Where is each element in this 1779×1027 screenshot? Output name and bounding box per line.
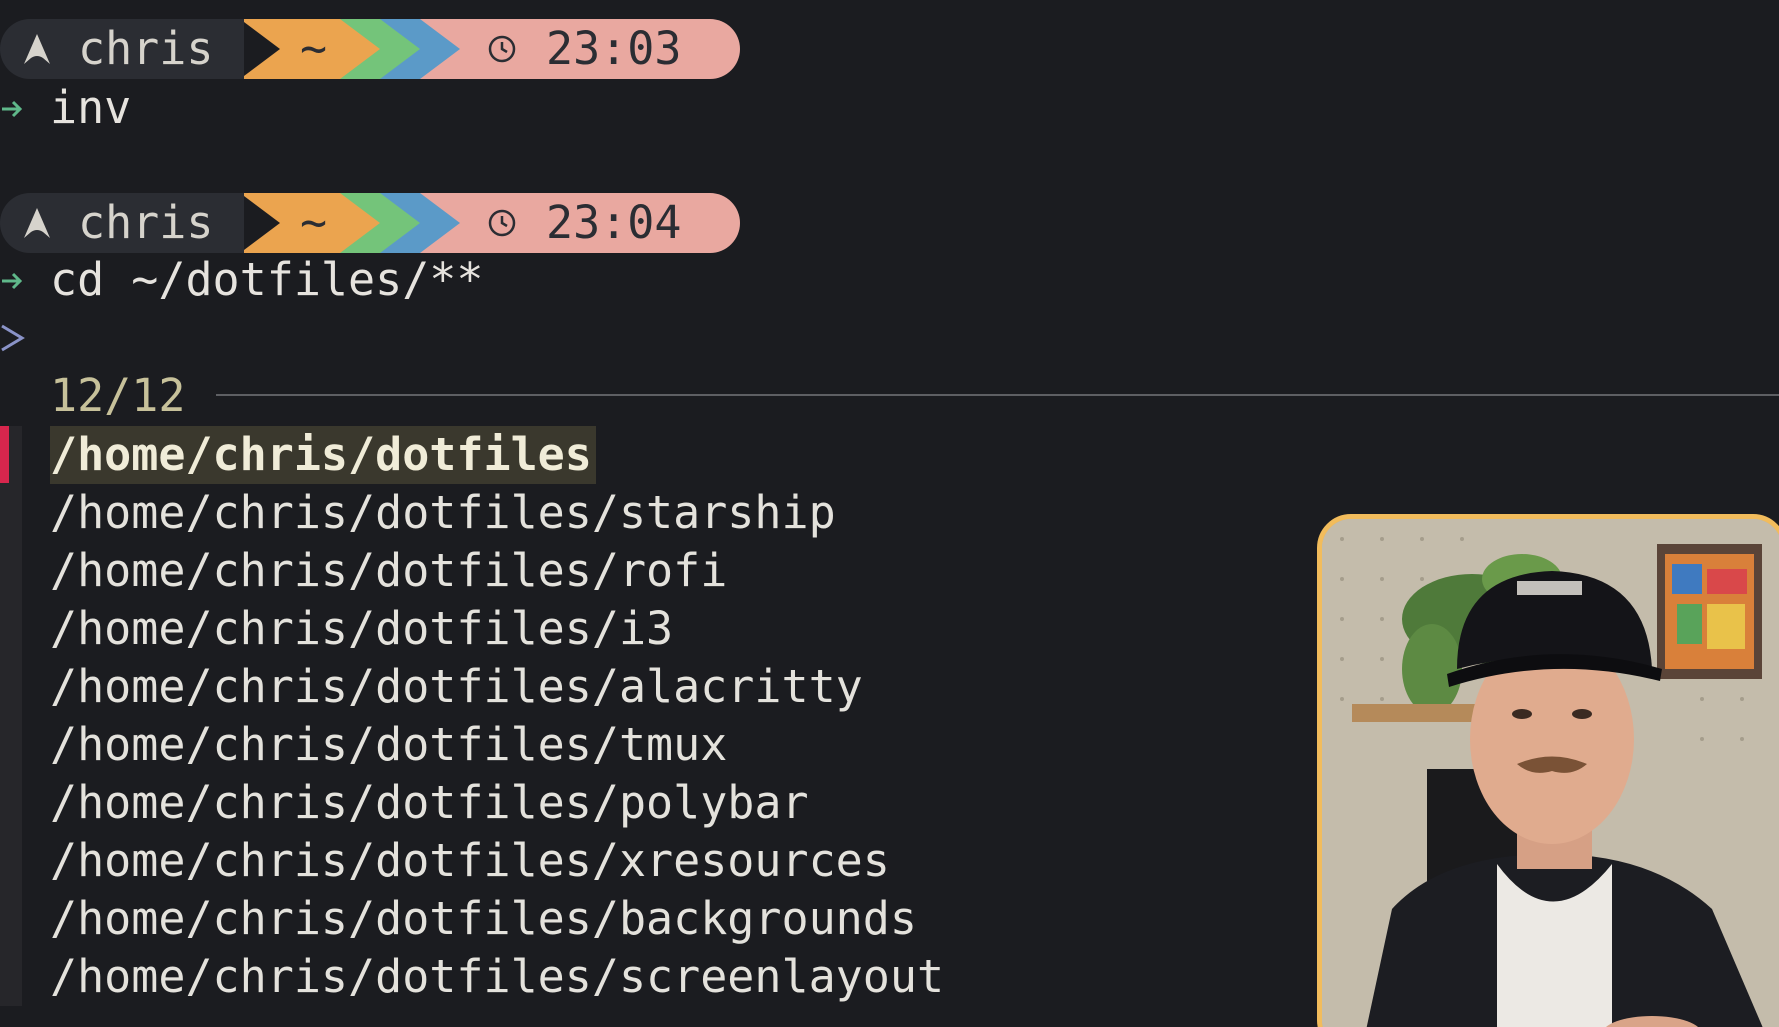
fzf-divider — [216, 394, 1779, 396]
command-line-2: cd ~/dotfiles/** — [0, 251, 1779, 309]
prompt-time: 23:03 — [546, 22, 682, 75]
prompt-bar-2: chris ~ 23:04 — [0, 193, 740, 253]
arch-logo-icon — [24, 208, 50, 238]
list-item[interactable]: /home/chris/dotfiles/xresources — [50, 832, 890, 890]
fzf-query-input[interactable] — [50, 316, 1250, 366]
right-arrow-icon — [2, 100, 23, 118]
clock-icon — [488, 35, 516, 63]
webcam-overlay — [1317, 514, 1779, 1027]
prompt-user-segment: chris — [0, 193, 244, 253]
prompt-time: 23:04 — [546, 196, 682, 249]
list-item[interactable]: /home/chris/dotfiles/alacritty — [50, 658, 863, 716]
clock-icon — [488, 209, 516, 237]
list-item[interactable]: /home/chris/dotfiles/starship — [50, 484, 836, 542]
fzf-gutter — [0, 426, 22, 1006]
list-item[interactable]: /home/chris/dotfiles/i3 — [50, 600, 673, 658]
prompt-directory: ~ — [300, 22, 328, 75]
list-item[interactable]: /home/chris/dotfiles/tmux — [50, 716, 727, 774]
prompt-directory: ~ — [300, 196, 328, 249]
command-text[interactable]: cd ~/dotfiles/** — [50, 251, 483, 309]
right-arrow-icon — [2, 272, 23, 290]
fzf-selection-marker — [0, 426, 9, 483]
webcam-presenter-image — [1322, 519, 1779, 1027]
fzf-match-counter: 12/12 — [50, 369, 186, 422]
prompt-bar-1: chris ~ 23:03 — [0, 19, 740, 79]
prompt-username: chris — [78, 22, 214, 75]
list-item[interactable]: /home/chris/dotfiles/screenlayout — [50, 948, 944, 1006]
list-item[interactable]: /home/chris/dotfiles/rofi — [50, 542, 727, 600]
list-item[interactable]: /home/chris/dotfiles — [50, 426, 596, 484]
prompt-user-segment: chris — [0, 19, 244, 79]
arch-logo-icon — [24, 34, 50, 64]
chevron-right-icon — [1, 324, 25, 352]
prompt-username: chris — [78, 196, 214, 249]
list-item[interactable]: /home/chris/dotfiles/polybar — [50, 774, 809, 832]
list-item[interactable]: /home/chris/dotfiles/backgrounds — [50, 890, 917, 948]
command-text[interactable]: inv — [50, 79, 131, 137]
command-line-1: inv — [0, 79, 1779, 137]
